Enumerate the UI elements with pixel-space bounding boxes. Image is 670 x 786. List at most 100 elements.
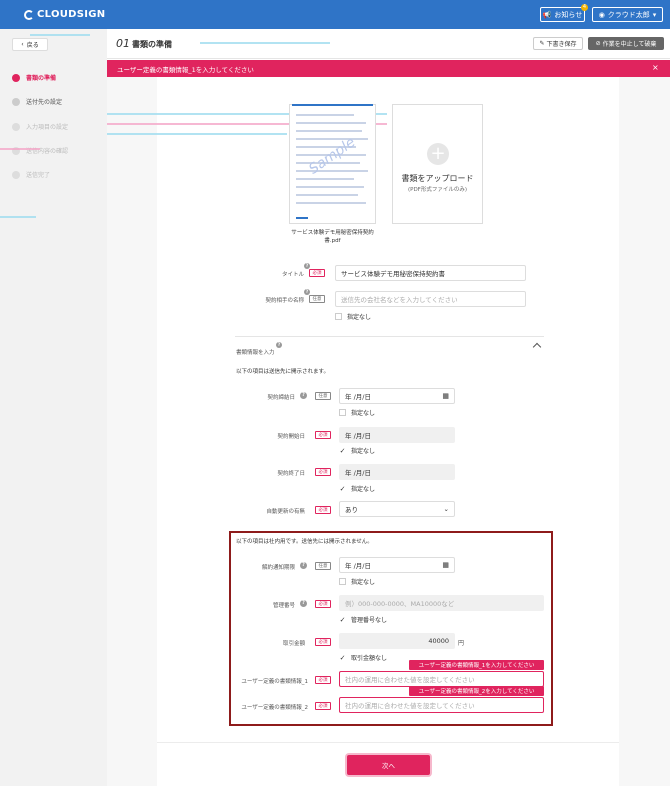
save-icon: ✎ (539, 40, 545, 47)
required-badge: 必須 (315, 676, 331, 684)
user-menu-button[interactable]: ◉ クラウド太郎 ▾ (592, 7, 663, 22)
internal-note: 以下の項目は社内用です。送信先には開示されません。 (236, 539, 373, 545)
amount-none-checkbox[interactable]: ✓ 取引金額なし (339, 653, 388, 663)
back-button[interactable]: ‹ 戻る (12, 38, 48, 51)
next-button[interactable]: 次へ (347, 755, 430, 775)
section-divider (235, 336, 544, 337)
user-field-2-label: ユーザー定義の書類情報_2 (241, 705, 308, 711)
step-input-fields[interactable]: 入力項目の設定 (12, 122, 68, 131)
back-label: 戻る (26, 42, 39, 49)
document-file-name: サービス体験デモ用秘密保持契約書.pdf (291, 230, 374, 244)
overlay-line (0, 148, 40, 150)
step-label: 入力項目の設定 (26, 124, 69, 131)
checkbox-label: 指定なし (351, 486, 376, 493)
logo-text: CLOUDSIGN (37, 9, 106, 20)
checkmark-icon: ✓ (339, 615, 346, 624)
discard-label: 作業を中止して破棄 (602, 41, 657, 48)
user-field-1-label: ユーザー定義の書類情報_1 (241, 679, 308, 685)
thumbnail-text-line (296, 178, 354, 180)
thumbnail-text-line (296, 114, 354, 116)
start-date-input[interactable]: 年 /月/日 (339, 427, 455, 443)
thumbnail-text-line (296, 186, 364, 188)
help-icon[interactable]: ? (276, 342, 282, 348)
start-date-label: 契約開始日 (277, 434, 305, 440)
user-field-1-input[interactable]: 社内の運用に合わせた値を設定してください (339, 671, 544, 687)
discard-button[interactable]: ⊘ 作業を中止して破棄 (588, 37, 664, 50)
save-draft-button[interactable]: ✎ 下書き保存 (533, 37, 583, 50)
termination-notice-label: 解約通知期限 (261, 565, 295, 571)
contract-date-label: 契約締結日 (267, 395, 295, 401)
page-title: 書類の準備 (132, 40, 172, 49)
checkbox-label: 指定なし (351, 579, 376, 586)
error-banner: ユーザー定義の書類情報_1を入力してください (107, 60, 670, 77)
caret-down-icon: ▾ (652, 10, 657, 19)
user-icon: ◉ (598, 10, 605, 19)
amount-input[interactable]: 40000 (339, 633, 455, 649)
chevron-left-icon: ‹ (21, 41, 24, 48)
termination-notice-input[interactable]: 年 /月/日 ▦ (339, 557, 455, 573)
optional-badge: 任意 (315, 392, 331, 400)
checkbox-label: 指定なし (351, 410, 376, 417)
end-date-input[interactable]: 年 /月/日 (339, 464, 455, 480)
step-complete[interactable]: 送信完了 (12, 170, 50, 179)
error-tooltip: ユーザー定義の書類情報_1を入力してください (409, 660, 544, 670)
checkbox-box (339, 409, 346, 416)
step-prepare-document[interactable]: 書類の準備 (12, 73, 56, 82)
close-icon[interactable]: × (652, 63, 659, 72)
title-input[interactable]: サービス体験デモ用秘密保持契約書 (335, 265, 526, 281)
help-icon[interactable]: ? (300, 562, 307, 569)
thumbnail-text-line (296, 170, 368, 172)
step-recipients[interactable]: 送付先の設定 (12, 97, 62, 106)
help-icon[interactable]: ? (300, 392, 307, 399)
required-badge: 必須 (315, 638, 331, 646)
public-note: 以下の項目は送信先に開示されます。 (236, 369, 329, 375)
footer-divider (157, 742, 619, 743)
termination-none-checkbox[interactable]: 指定なし (339, 577, 375, 586)
notifications-label: お知らせ (554, 10, 583, 19)
plus-icon: + (427, 143, 449, 165)
control-number-none-checkbox[interactable]: ✓ 管理番号なし (339, 615, 387, 625)
counterparty-none-checkbox[interactable]: 指定なし (335, 312, 371, 321)
thumbnail-text-line (296, 138, 368, 140)
thumbnail-header-bar (292, 104, 373, 106)
notification-count-badge: 4 (581, 4, 588, 11)
checkmark-icon: ✓ (339, 653, 346, 662)
select-value: あり (345, 506, 358, 514)
required-badge: 必須 (315, 431, 331, 439)
required-badge: 必須 (315, 468, 331, 476)
doc-info-title: 書類情報を入力 (236, 350, 275, 356)
checkmark-icon: ✓ (339, 446, 346, 455)
amount-unit: 円 (458, 640, 465, 647)
control-number-input[interactable]: 例）000-000-0000、MA10000など (339, 595, 544, 611)
overlay-line (30, 34, 90, 36)
end-date-none-checkbox[interactable]: ✓ 指定なし (339, 484, 376, 494)
sidebar (0, 29, 107, 786)
step-dot-icon (12, 73, 20, 82)
contract-date-none-checkbox[interactable]: 指定なし (339, 408, 375, 417)
logo[interactable]: CLOUDSIGN (24, 9, 105, 20)
user-field-2-input[interactable]: 社内の運用に合わせた値を設定してください (339, 697, 544, 713)
auto-renewal-select[interactable]: あり ⌄ (339, 501, 455, 517)
checkmark-icon: ✓ (339, 484, 346, 493)
required-badge: 必須 (309, 269, 325, 277)
checkbox-label: 取引金額なし (351, 655, 388, 662)
counterparty-input[interactable]: 送信先の会社名などを入力してください (335, 291, 526, 307)
megaphone-icon: 📢 (542, 10, 552, 19)
required-badge: 必須 (315, 600, 331, 608)
start-date-none-checkbox[interactable]: ✓ 指定なし (339, 446, 375, 456)
auto-renewal-label: 自動更新の有無 (266, 509, 305, 515)
checkbox-label: 指定なし (347, 314, 372, 321)
help-icon[interactable]: ? (300, 600, 307, 607)
thumbnail-text-line (296, 130, 362, 132)
cancel-circle-icon: ⊘ (595, 40, 601, 47)
date-value: 年 /月/日 (345, 393, 371, 401)
thumbnail-text-line (296, 122, 366, 124)
counterparty-label: 契約相手の名称 (265, 298, 304, 304)
step-number: 01 (116, 37, 130, 50)
required-badge: 必須 (315, 702, 331, 710)
step-label: 送付先の設定 (26, 99, 63, 106)
date-value: 年 /月/日 (345, 562, 371, 570)
upload-label: 書類をアップロード (401, 174, 474, 183)
notifications-button[interactable]: 📢 お知らせ (540, 7, 585, 22)
contract-date-input[interactable]: 年 /月/日 ▦ (339, 388, 455, 404)
